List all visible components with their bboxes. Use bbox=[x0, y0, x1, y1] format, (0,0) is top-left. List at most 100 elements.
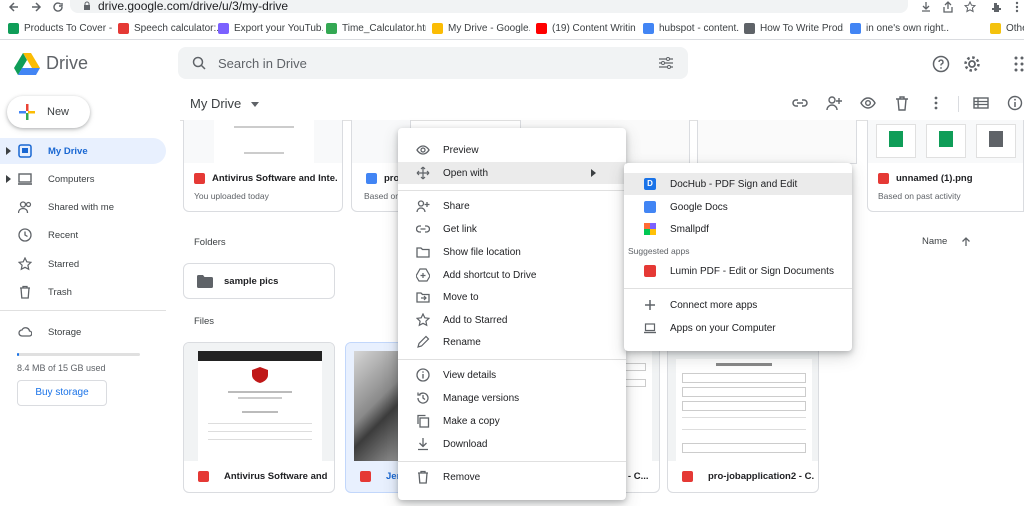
menu-separator bbox=[624, 288, 852, 289]
suggested-file-card-partial[interactable] bbox=[697, 120, 857, 164]
menu-item-view-details[interactable]: View details bbox=[398, 364, 626, 386]
link-icon[interactable] bbox=[792, 95, 808, 111]
extensions-icon[interactable] bbox=[990, 1, 1002, 13]
cloud-icon bbox=[18, 327, 32, 337]
file-thumbnail bbox=[184, 120, 342, 163]
file-card[interactable]: Antivirus Software and ... bbox=[183, 342, 335, 493]
sidebar-item-computers[interactable]: Computers bbox=[0, 166, 166, 192]
open-with-submenu: D DocHub - PDF Sign and Edit Google Docs… bbox=[624, 163, 852, 351]
menu-item-manage-versions[interactable]: Manage versions bbox=[398, 387, 626, 409]
menu-item-open-with[interactable]: Open with bbox=[398, 162, 626, 184]
page-title-dropdown[interactable]: My Drive bbox=[190, 96, 259, 111]
back-arrow-icon[interactable] bbox=[8, 1, 20, 13]
sort-by-name[interactable]: Name bbox=[922, 236, 971, 247]
file-reason: Based on past activity bbox=[878, 191, 961, 201]
storage-label: Storage bbox=[48, 327, 82, 338]
bookmark-item[interactable]: in one's own right... bbox=[850, 21, 950, 35]
folders-heading: Folders bbox=[194, 237, 226, 248]
move-arrows-icon bbox=[416, 166, 430, 180]
menu-item-move-to[interactable]: Move to bbox=[398, 286, 626, 308]
suggested-apps-heading: Suggested apps bbox=[628, 246, 690, 256]
bookmark-item[interactable]: My Drive - Google... bbox=[432, 21, 530, 35]
sidebar-item-starred[interactable]: Starred bbox=[0, 251, 166, 277]
search-input[interactable]: Search in Drive bbox=[218, 56, 307, 71]
menu-item-make-copy[interactable]: Make a copy bbox=[398, 410, 626, 432]
eye-icon bbox=[416, 145, 430, 155]
share-page-icon[interactable] bbox=[942, 1, 954, 13]
download-status-icon[interactable] bbox=[920, 1, 932, 13]
sidebar-item-label: My Drive bbox=[48, 146, 88, 157]
bookmark-item[interactable]: Time_Calculator.html bbox=[326, 21, 426, 35]
expand-arrow-icon[interactable] bbox=[6, 147, 12, 155]
connect-more-apps[interactable]: Connect more apps bbox=[624, 294, 852, 316]
context-menu: Preview Open with Share Get link Show fi… bbox=[398, 128, 626, 500]
people-icon bbox=[18, 201, 32, 214]
person-add-icon[interactable] bbox=[826, 95, 842, 111]
chevron-right-icon bbox=[591, 169, 596, 177]
suggested-file-card[interactable]: unnamed (1).png Based on past activity bbox=[867, 120, 1024, 212]
bookmark-favicon-icon bbox=[218, 22, 229, 34]
menu-item-show-location[interactable]: Show file location bbox=[398, 241, 626, 263]
trash-icon bbox=[20, 285, 30, 299]
suggested-file-card[interactable]: Antivirus Software and Inte... You uploa… bbox=[183, 120, 343, 212]
browser-menu-icon[interactable] bbox=[1012, 1, 1022, 13]
drive-logo-icon[interactable] bbox=[14, 53, 40, 75]
app-option-smallpdf[interactable]: Smallpdf bbox=[624, 218, 852, 240]
forward-arrow-icon[interactable] bbox=[30, 1, 42, 13]
search-options-icon[interactable] bbox=[658, 56, 674, 70]
bookmark-item[interactable]: Products To Cover -... bbox=[8, 21, 113, 35]
bookmark-item[interactable]: How To Write Prod... bbox=[744, 21, 844, 35]
bookmark-favicon-icon bbox=[8, 22, 19, 34]
sidebar-item-trash[interactable]: Trash bbox=[0, 279, 166, 305]
bookmark-item[interactable]: Othe bbox=[990, 21, 1024, 35]
sort-arrow-up-icon[interactable] bbox=[961, 236, 971, 247]
pdf-file-icon bbox=[360, 471, 371, 482]
sidebar-item-recent[interactable]: Recent bbox=[0, 222, 166, 248]
menu-item-remove[interactable]: Remove bbox=[398, 466, 626, 488]
app-option-lumin[interactable]: Lumin PDF - Edit or Sign Documents bbox=[624, 260, 852, 282]
menu-item-add-starred[interactable]: Add to Starred bbox=[398, 309, 626, 331]
apps-grid-icon[interactable] bbox=[1014, 56, 1024, 72]
info-icon bbox=[416, 368, 430, 382]
mcafee-shield-icon bbox=[252, 367, 268, 383]
preview-eye-icon[interactable] bbox=[860, 95, 876, 111]
file-name: Antivirus Software and Inte... bbox=[212, 173, 337, 184]
sidebar-item-storage[interactable]: Storage bbox=[0, 319, 166, 345]
new-button[interactable]: New bbox=[7, 96, 90, 128]
info-icon[interactable] bbox=[1007, 95, 1023, 111]
menu-item-download[interactable]: Download bbox=[398, 433, 626, 455]
file-card-selected[interactable]: Jer bbox=[345, 342, 405, 493]
apps-on-computer[interactable]: Apps on your Computer bbox=[624, 317, 852, 339]
menu-item-add-shortcut[interactable]: Add shortcut to Drive bbox=[398, 264, 626, 286]
bookmark-star-icon[interactable] bbox=[964, 1, 976, 13]
search-icon[interactable] bbox=[192, 56, 206, 70]
sidebar-item-shared[interactable]: Shared with me bbox=[0, 194, 166, 220]
list-view-icon[interactable] bbox=[973, 95, 989, 111]
app-option-dochub[interactable]: D DocHub - PDF Sign and Edit bbox=[624, 173, 852, 195]
lock-icon bbox=[84, 1, 90, 10]
reload-icon[interactable] bbox=[52, 1, 64, 13]
folder-card[interactable]: sample pics bbox=[183, 263, 335, 299]
bookmark-item[interactable]: Export your YouTub... bbox=[218, 21, 323, 35]
pdf-file-icon bbox=[682, 471, 693, 482]
bookmark-favicon-icon bbox=[118, 22, 129, 34]
menu-item-preview[interactable]: Preview bbox=[398, 139, 626, 161]
bookmark-item[interactable]: (19) Content Writin... bbox=[536, 21, 636, 35]
file-name: pro-jobapplication2 - C... bbox=[708, 471, 814, 482]
more-vert-icon[interactable] bbox=[928, 95, 944, 111]
menu-item-share[interactable]: Share bbox=[398, 195, 626, 217]
help-icon[interactable] bbox=[932, 55, 950, 73]
file-card[interactable]: pro-jobapplication2 - C... bbox=[667, 342, 819, 493]
buy-storage-button[interactable]: Buy storage bbox=[17, 380, 107, 406]
bookmark-item[interactable]: hubspot - content... bbox=[643, 21, 739, 35]
menu-item-get-link[interactable]: Get link bbox=[398, 218, 626, 240]
menu-item-rename[interactable]: Rename bbox=[398, 331, 626, 353]
search-bar[interactable]: Search in Drive bbox=[178, 47, 688, 79]
bookmark-item[interactable]: Speech calculator:... bbox=[118, 21, 218, 35]
address-bar[interactable]: drive.google.com/drive/u/3/my-drive bbox=[70, 0, 908, 13]
expand-arrow-icon[interactable] bbox=[6, 175, 12, 183]
trash-icon[interactable] bbox=[894, 95, 910, 111]
app-option-google-docs[interactable]: Google Docs bbox=[624, 196, 852, 218]
sidebar-item-my-drive[interactable]: My Drive bbox=[0, 138, 166, 164]
settings-gear-icon[interactable] bbox=[963, 55, 981, 73]
